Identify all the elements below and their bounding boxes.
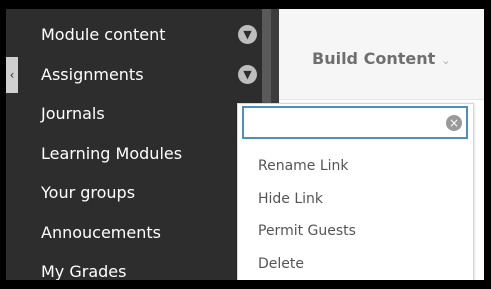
sidebar-item-journals[interactable]: Journals (41, 99, 105, 129)
course-menu-sidebar: ‹ Module content ▼ Assignments ▼ Journal… (6, 9, 262, 280)
chevron-down-icon[interactable]: ▼ (238, 65, 257, 84)
menu-item-permit-guests[interactable]: Permit Guests (258, 217, 356, 245)
sidebar-item-annoucements[interactable]: Annoucements (41, 218, 161, 248)
sidebar-item-learning-modules[interactable]: Learning Modules (41, 139, 182, 169)
menu-item-rename-link[interactable]: Rename Link (258, 152, 349, 180)
sidebar-item-module-content[interactable]: Module content (41, 20, 166, 50)
menu-search-input[interactable] (248, 112, 442, 136)
action-bar: Build Content ⌄ (279, 9, 484, 100)
build-content-button[interactable]: Build Content ⌄ (312, 49, 450, 68)
chevron-down-icon: ⌄ (441, 54, 451, 67)
build-content-label: Build Content (312, 49, 436, 68)
chevron-down-icon[interactable]: ▼ (238, 25, 257, 44)
clear-circle-icon[interactable]: × (446, 115, 462, 131)
lms-window: ‹ Module content ▼ Assignments ▼ Journal… (6, 9, 484, 280)
sidebar-item-your-groups[interactable]: Your groups (41, 178, 135, 208)
chevron-left-icon[interactable]: ‹ (6, 57, 18, 93)
sidebar-item-assignments[interactable]: Assignments (41, 60, 144, 90)
menu-search-field[interactable]: × (242, 106, 468, 139)
menu-item-hide-link[interactable]: Hide Link (258, 185, 323, 213)
menu-item-delete[interactable]: Delete (258, 250, 304, 278)
item-context-menu: × Rename Link Hide Link Permit Guests De… (237, 103, 474, 280)
sidebar-item-my-grades[interactable]: My Grades (41, 257, 126, 280)
